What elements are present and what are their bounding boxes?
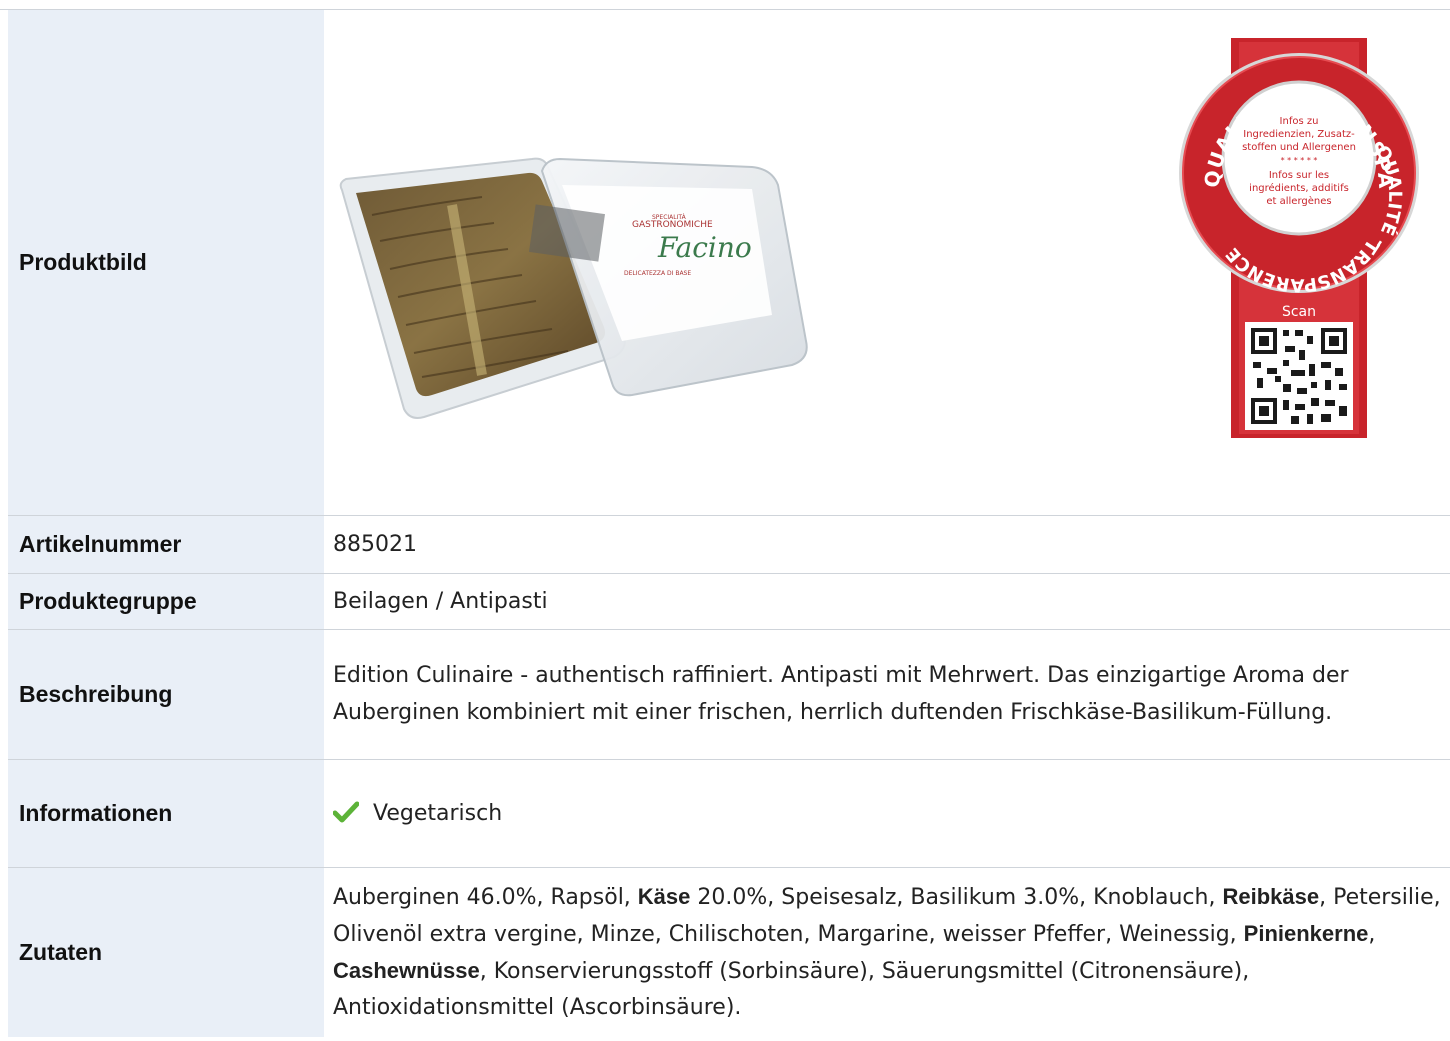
value-article-number: 885021 xyxy=(324,515,1450,574)
quality-transparency-seal: QUALITÄT - TRANSPARENZ - QUALITÉ - TRANS… xyxy=(1179,38,1419,438)
ingredients-text: Auberginen 46.0%, Rapsöl, xyxy=(333,884,638,910)
pack-label-specialita: SPECIALITÀ xyxy=(652,214,687,221)
pack-label-top: GASTRONOMICHE xyxy=(632,220,713,230)
checkmark-icon xyxy=(333,801,359,822)
qr-code-icon xyxy=(1245,322,1353,430)
value-information: Vegetarisch xyxy=(373,800,503,826)
seal-info-fr-3: et allergènes xyxy=(1266,195,1331,207)
label-ingredients: Zutaten xyxy=(8,867,324,1037)
pack-label-sub: DELICATEZZA DI BASE xyxy=(624,270,691,277)
seal-info-de-2: Ingredienzien, Zusatz- xyxy=(1243,129,1355,140)
row-description: Beschreibung Edition Culinaire - authent… xyxy=(8,629,1450,760)
label-article-number: Artikelnummer xyxy=(8,515,324,574)
label-information: Informationen xyxy=(8,759,324,868)
label-description: Beschreibung xyxy=(8,629,324,760)
seal-scan-label: Scan xyxy=(1282,304,1316,320)
seal-info-de-3: stoffen und Allergenen xyxy=(1242,142,1356,153)
allergen-kaese: Käse xyxy=(637,883,691,909)
row-article-number: Artikelnummer 885021 xyxy=(8,515,1450,574)
allergen-reibkaese: Reibkäse xyxy=(1222,883,1320,909)
row-product-image: Produktbild GASTRONOMICHE SPECIALITÀ Fac… xyxy=(8,10,1450,516)
allergen-cashewnuesse: Cashewnüsse xyxy=(333,957,480,983)
ingredients-text: 20.0%, Speisesalz, Basilikum 3.0%, Knobl… xyxy=(690,884,1223,910)
seal-info-fr-2: ingrédients, additifs xyxy=(1249,182,1349,194)
allergen-pinienkerne: Pinienkerne xyxy=(1243,920,1369,946)
label-product-image: Produktbild xyxy=(8,10,324,516)
row-information: Informationen Vegetarisch xyxy=(8,759,1450,868)
product-image-cell: GASTRONOMICHE SPECIALITÀ Facino DELICATE… xyxy=(324,10,1450,516)
value-information-cell: Vegetarisch xyxy=(324,759,1450,868)
seal-info-fr-1: Infos sur les xyxy=(1269,170,1329,181)
product-details-table: Produktbild GASTRONOMICHE SPECIALITÀ Fac… xyxy=(8,10,1450,1037)
product-photo: GASTRONOMICHE SPECIALITÀ Facino DELICATE… xyxy=(339,157,808,419)
label-product-group: Produktegruppe xyxy=(8,573,324,630)
value-description: Edition Culinaire - authentisch raffinie… xyxy=(324,629,1450,760)
seal-stars: * * * * * * xyxy=(1281,156,1318,165)
ingredients-text: , xyxy=(1368,921,1376,947)
row-ingredients: Zutaten Auberginen 46.0%, Rapsöl, Käse 2… xyxy=(8,867,1450,1037)
pack-label-brand: Facino xyxy=(657,231,752,264)
row-product-group: Produktegruppe Beilagen / Antipasti xyxy=(8,573,1450,630)
value-ingredients: Auberginen 46.0%, Rapsöl, Käse 20.0%, Sp… xyxy=(324,867,1450,1037)
seal-info-de-1: Infos zu xyxy=(1280,116,1319,127)
value-product-group: Beilagen / Antipasti xyxy=(324,573,1450,630)
